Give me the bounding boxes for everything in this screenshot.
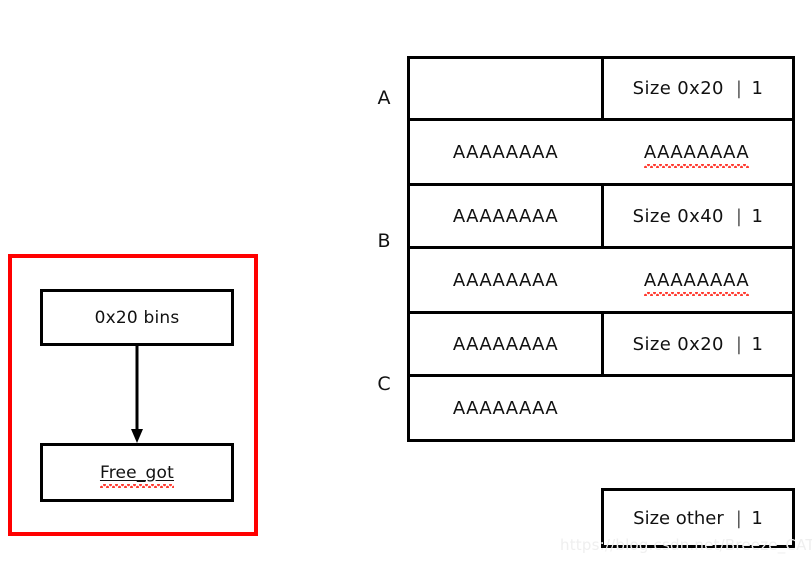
chunk-data-text: AAAAAAAA: [643, 269, 750, 296]
row-label-a: A: [377, 87, 391, 109]
chunk-size-label: Size 0x20: [632, 333, 724, 355]
chunk-count: 1: [751, 78, 764, 99]
free-got-node-label: Free_got: [99, 462, 175, 488]
chunk-cell-right: Size 0x20 | 1: [601, 56, 795, 121]
chunk-size-label: Size 0x20: [632, 78, 724, 99]
chunk-separator: |: [735, 205, 743, 227]
chunk-count: 1: [751, 205, 764, 227]
table-row: AAAAAAAA Size 0x40 | 1: [407, 186, 795, 249]
chunk-cell-left: AAAAAAAA: [407, 377, 601, 442]
chunk-cell-right: [601, 377, 795, 442]
arrow-down-icon: [131, 346, 143, 443]
free-got-node[interactable]: Free_got: [40, 443, 234, 502]
table-row: AAAAAAAA AAAAAAAA: [407, 121, 795, 186]
chunk-cell-left: AAAAAAAA: [407, 186, 601, 249]
chunk-separator: |: [735, 78, 743, 99]
table-row: Size 0x20 | 1: [407, 56, 795, 121]
watermark-text: https://blog.csdn.net/Breeze_CAT: [560, 536, 812, 554]
chunk-cell-right: Size 0x40 | 1: [601, 186, 795, 249]
row-label-b: B: [377, 230, 391, 252]
red-highlight-group: 0x20 bins Free_got: [8, 254, 258, 536]
chunk-cell-right: AAAAAAAA: [601, 249, 795, 314]
memory-layout-table: Size 0x20 | 1 AAAAAAAA AAAAAAAA AAAAAAAA…: [407, 56, 795, 442]
chunk-count: 1: [751, 507, 763, 529]
chunk-count: 1: [751, 333, 764, 355]
chunk-separator: |: [735, 333, 743, 355]
row-label-c: C: [377, 373, 391, 395]
table-row: AAAAAAAA AAAAAAAA: [407, 249, 795, 314]
table-row: AAAAAAAA Size 0x20 | 1: [407, 314, 795, 377]
table-row: AAAAAAAA: [407, 377, 795, 442]
chunk-separator: |: [735, 507, 742, 529]
chunk-cell-left: AAAAAAAA: [407, 249, 601, 314]
chunk-size-label: Size 0x40: [632, 205, 724, 227]
bins-node-label: 0x20 bins: [94, 307, 180, 328]
bins-node[interactable]: 0x20 bins: [40, 289, 234, 346]
chunk-cell-left: AAAAAAAA: [407, 121, 601, 186]
chunk-cell-right: Size 0x20 | 1: [601, 314, 795, 377]
chunk-data-text: AAAAAAAA: [643, 141, 750, 168]
chunk-cell-left: AAAAAAAA: [407, 314, 601, 377]
chunk-cell-left: [407, 56, 601, 121]
chunk-size-label: Size other: [633, 507, 724, 529]
chunk-cell-right: AAAAAAAA: [601, 121, 795, 186]
